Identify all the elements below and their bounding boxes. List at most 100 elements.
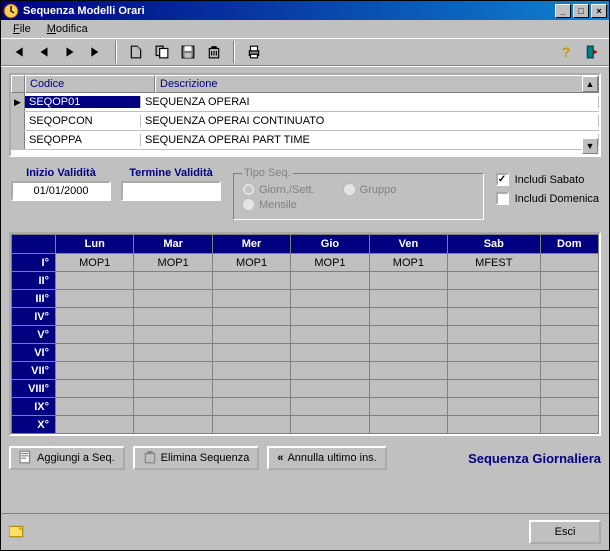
grid-cell[interactable] [56,308,134,326]
grid-cell[interactable] [540,326,598,344]
grid-cell[interactable] [212,416,290,434]
table-row[interactable]: SEQOPCONSEQUENZA OPERAI CONTINUATO [11,112,599,131]
grid-cell[interactable] [56,416,134,434]
inizio-validita-input[interactable] [11,181,111,201]
grid-cell[interactable] [134,398,212,416]
grid-cell[interactable] [291,272,369,290]
elimina-button[interactable]: Elimina Sequenza [133,446,260,470]
radio-mensile[interactable]: Mensile [242,198,297,211]
grid-cell[interactable] [212,344,290,362]
radio-giorn-sett[interactable]: Giorn./Sett. [242,183,315,196]
grid-cell[interactable] [448,362,540,380]
grid-cell[interactable] [540,344,598,362]
grid-cell[interactable]: MOP1 [56,254,134,272]
grid-cell[interactable] [291,290,369,308]
grid-cell[interactable] [369,380,447,398]
grid-cell[interactable] [369,308,447,326]
table-row[interactable]: SEQOP01SEQUENZA OPERAI [11,93,599,112]
grid-cell[interactable]: MOP1 [134,254,212,272]
grid-cell[interactable] [448,380,540,398]
termine-validita-input[interactable] [121,181,221,201]
menu-modifica[interactable]: Modifica [39,22,96,36]
grid-cell[interactable] [448,326,540,344]
grid-cell[interactable] [448,416,540,434]
door-exit-icon[interactable] [581,41,603,63]
col-codice[interactable]: Codice [25,75,155,93]
grid-cell[interactable] [212,272,290,290]
nav-prev-icon[interactable] [33,41,55,63]
new-icon[interactable] [125,41,147,63]
grid-cell[interactable] [212,308,290,326]
grid-cell[interactable] [291,416,369,434]
annulla-button[interactable]: « Annulla ultimo ins. [267,446,386,470]
maximize-button[interactable]: □ [573,4,589,18]
scroll-down-icon[interactable]: ▼ [582,138,598,154]
grid-cell[interactable] [56,290,134,308]
copy-icon[interactable] [151,41,173,63]
grid-cell[interactable] [369,416,447,434]
grid-cell[interactable] [448,398,540,416]
grid-cell[interactable] [369,326,447,344]
grid-cell[interactable] [56,326,134,344]
help-icon[interactable]: ? [555,41,577,63]
grid-cell[interactable] [134,380,212,398]
grid-cell[interactable]: MFEST [448,254,540,272]
col-descrizione[interactable]: Descrizione [155,75,599,93]
grid-cell[interactable] [212,398,290,416]
grid-cell[interactable] [369,290,447,308]
grid-cell[interactable] [134,290,212,308]
grid-cell[interactable] [56,272,134,290]
grid-cell[interactable] [540,416,598,434]
grid-cell[interactable] [212,326,290,344]
nav-last-icon[interactable] [85,41,107,63]
grid-cell[interactable] [212,362,290,380]
table-row[interactable]: SEQOPPASEQUENZA OPERAI PART TIME [11,131,599,150]
grid-cell[interactable]: MOP1 [212,254,290,272]
grid-cell[interactable]: MOP1 [369,254,447,272]
grid-cell[interactable] [369,344,447,362]
print-icon[interactable] [243,41,265,63]
grid-cell[interactable] [540,362,598,380]
grid-cell[interactable] [134,362,212,380]
aggiungi-button[interactable]: Aggiungi a Seq. [9,446,125,470]
grid-cell[interactable] [291,308,369,326]
grid-cell[interactable] [448,272,540,290]
grid-cell[interactable] [291,362,369,380]
grid-cell[interactable] [540,290,598,308]
grid-cell[interactable] [56,344,134,362]
grid-cell[interactable] [212,380,290,398]
grid-cell[interactable] [291,326,369,344]
grid-cell[interactable] [56,380,134,398]
save-icon[interactable] [177,41,199,63]
grid-cell[interactable] [56,398,134,416]
radio-gruppo[interactable]: Gruppo [343,183,397,196]
grid-cell[interactable] [134,326,212,344]
grid-cell[interactable] [369,272,447,290]
check-includi-sabato[interactable]: ✓ Includi Sabato [496,173,599,186]
grid-cell[interactable] [291,380,369,398]
grid-cell[interactable] [212,290,290,308]
menu-file[interactable]: File [5,22,39,36]
grid-cell[interactable] [540,254,598,272]
grid-cell[interactable] [56,362,134,380]
grid-cell[interactable]: MOP1 [291,254,369,272]
grid-cell[interactable] [134,344,212,362]
grid-cell[interactable] [291,344,369,362]
grid-cell[interactable] [134,416,212,434]
grid-cell[interactable] [291,398,369,416]
grid-cell[interactable] [540,272,598,290]
grid-cell[interactable] [540,398,598,416]
grid-cell[interactable] [448,344,540,362]
esci-button[interactable]: Esci [529,520,601,544]
check-includi-domenica[interactable]: Includi Domenica [496,192,599,205]
close-button[interactable]: × [591,4,607,18]
minimize-button[interactable]: _ [555,4,571,18]
nav-next-icon[interactable] [59,41,81,63]
scroll-up-icon[interactable]: ▲ [582,76,598,92]
grid-cell[interactable] [369,362,447,380]
nav-first-icon[interactable] [7,41,29,63]
grid-cell[interactable] [540,308,598,326]
grid-cell[interactable] [134,308,212,326]
grid-cell[interactable] [134,272,212,290]
grid-cell[interactable] [448,290,540,308]
